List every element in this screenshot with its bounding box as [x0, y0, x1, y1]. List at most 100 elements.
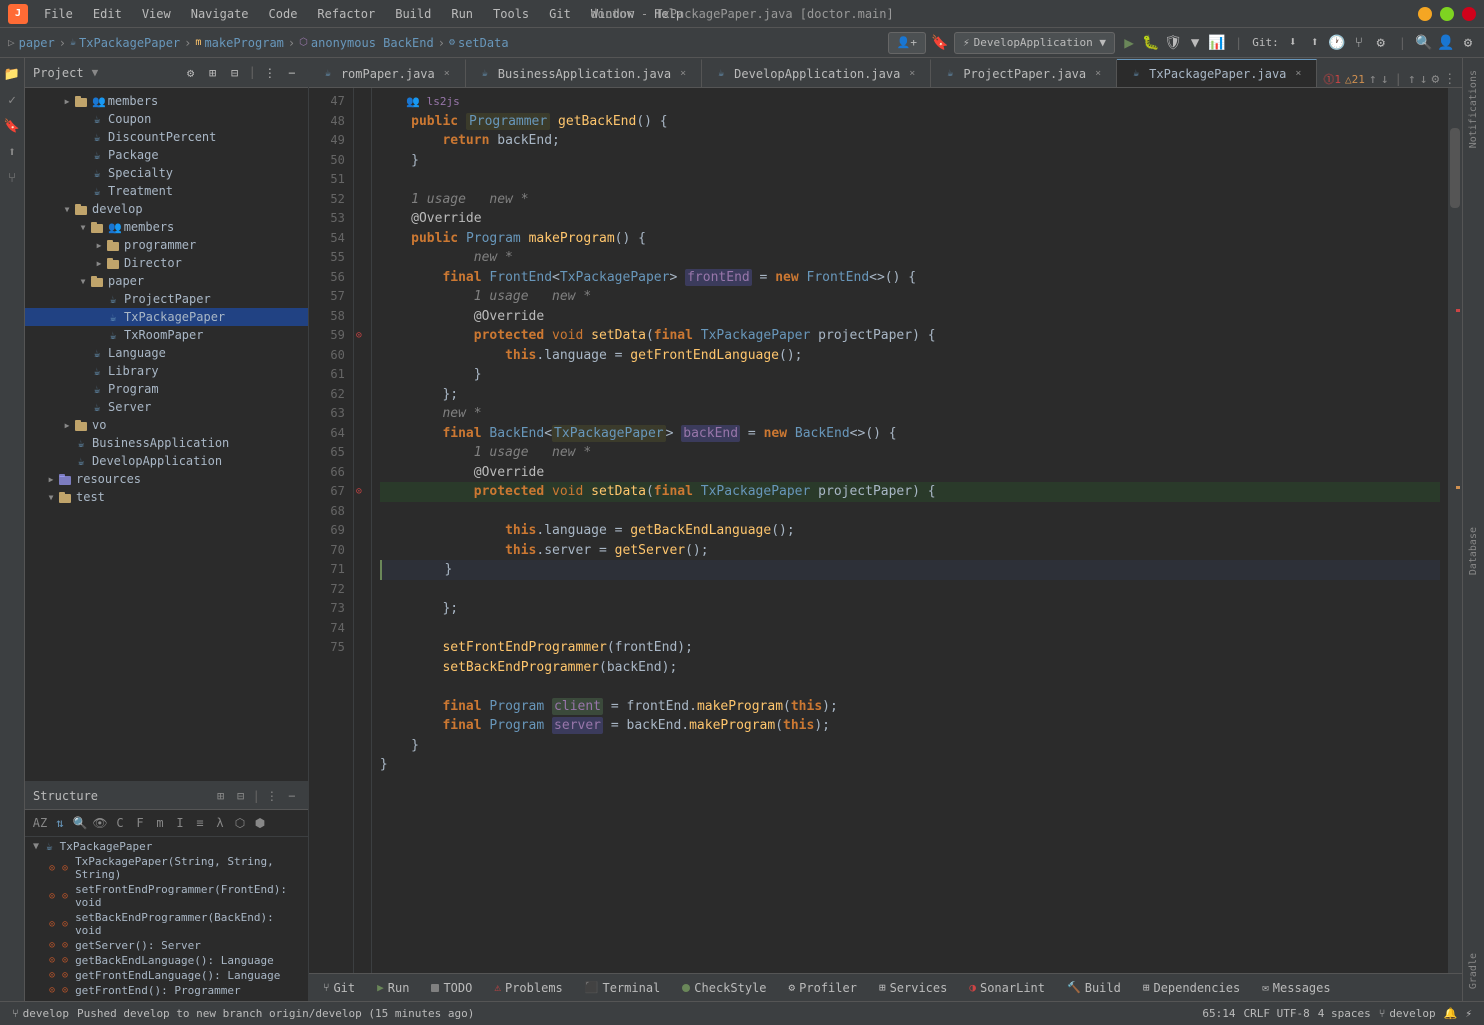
tree-item-members2[interactable]: ▼ 👥 members	[25, 218, 308, 236]
tree-item-specialty[interactable]: ☕ Specialty	[25, 164, 308, 182]
struct-method1[interactable]: ⊙ ⊙ setFrontEndProgrammer(FrontEnd): voi…	[25, 882, 308, 910]
sidebar-expand-icon[interactable]: ⊞	[205, 65, 221, 81]
sidebar-collapse-icon[interactable]: ⊟	[227, 65, 243, 81]
git-branch-icon[interactable]: ⑂	[1351, 35, 1367, 51]
scroll-up-icon[interactable]: ↑	[1408, 72, 1416, 87]
git-settings-icon[interactable]: ⚙	[1373, 35, 1389, 51]
settings-icon[interactable]: ⚙	[1460, 35, 1476, 51]
struct-root[interactable]: ▼ ☕ TxPackagePaper	[25, 839, 308, 854]
editor-settings-icon[interactable]: ⚙	[1431, 72, 1439, 87]
commit-icon[interactable]: ✓	[0, 88, 24, 112]
tree-item-paper[interactable]: ▼ paper	[25, 272, 308, 290]
tree-item-discountpercent[interactable]: ☕ DiscountPercent	[25, 128, 308, 146]
search-icon[interactable]: 🔍	[1416, 35, 1432, 51]
tree-item-test[interactable]: ▼ test	[25, 488, 308, 506]
method-icon[interactable]: m	[151, 814, 169, 832]
tab-developapp-close[interactable]: ×	[906, 68, 918, 80]
breadcrumb-anonymous-backend[interactable]: ⬡anonymous BackEnd	[299, 36, 434, 50]
tree-item-package[interactable]: ☕ Package	[25, 146, 308, 164]
expand-all-icon[interactable]: ≡	[191, 814, 209, 832]
status-branch-right[interactable]: ⑂ develop	[1375, 1007, 1440, 1020]
profile-run-icon[interactable]: 📊	[1209, 35, 1225, 51]
menu-build[interactable]: Build	[387, 5, 439, 23]
pull-requests-icon[interactable]: ⬆	[0, 140, 24, 164]
debug-icon[interactable]: 🐛	[1143, 35, 1159, 51]
tab-run[interactable]: ▶ Run	[367, 976, 419, 1000]
tree-item-resources[interactable]: ▶ resources	[25, 470, 308, 488]
struct-method4[interactable]: ⊙ ⊙ getBackEndLanguage(): Language	[25, 953, 308, 968]
structure-close-icon[interactable]: −	[284, 788, 300, 804]
menu-navigate[interactable]: Navigate	[183, 5, 257, 23]
tree-item-businessapp[interactable]: ☕ BusinessApplication	[25, 434, 308, 452]
menu-code[interactable]: Code	[261, 5, 306, 23]
notifications-label[interactable]: Notifications	[1466, 62, 1481, 156]
status-notifications-icon[interactable]: 🔔	[1440, 1007, 1462, 1020]
warning-count-icon[interactable]: △21	[1345, 73, 1365, 86]
menu-git[interactable]: Git	[541, 5, 579, 23]
up-arrow-icon[interactable]: ↑	[1369, 72, 1377, 87]
editor-more-icon[interactable]: ⋮	[1443, 72, 1456, 87]
status-git-icon[interactable]: ⑂ develop	[8, 1007, 73, 1020]
breadcrumb-makeprogram[interactable]: mmakeProgram	[195, 36, 284, 50]
more-run-icon[interactable]: ▼	[1187, 35, 1203, 51]
tab-rompaper[interactable]: ☕ romPaper.java ×	[309, 59, 466, 87]
menu-edit[interactable]: Edit	[85, 5, 130, 23]
impl-icon[interactable]: ⬡	[231, 814, 249, 832]
tab-developapp[interactable]: ☕ DevelopApplication.java ×	[702, 59, 931, 87]
tab-sonarlint[interactable]: ◑ SonarLint	[959, 976, 1055, 1000]
sort-alpha-icon[interactable]: AZ	[31, 814, 49, 832]
menu-refactor[interactable]: Refactor	[309, 5, 383, 23]
scrollbar-thumb[interactable]	[1450, 128, 1460, 208]
tree-item-program[interactable]: ☕ Program	[25, 380, 308, 398]
sidebar-gear-icon[interactable]: ⚙	[183, 65, 199, 81]
tree-item-language[interactable]: ☕ Language	[25, 344, 308, 362]
visibility-icon[interactable]: 👁	[91, 814, 109, 832]
struct-method5[interactable]: ⊙ ⊙ getFrontEndLanguage(): Language	[25, 968, 308, 983]
git-history-icon[interactable]: 🕐	[1329, 35, 1345, 51]
coverage-icon[interactable]: 🛡	[1165, 35, 1181, 51]
code-area[interactable]: 👥 ls2js public Programmer getBackEnd() {…	[372, 88, 1448, 973]
tree-item-coupon[interactable]: ☕ Coupon	[25, 110, 308, 128]
tree-item-treatment[interactable]: ☕ Treatment	[25, 182, 308, 200]
scroll-down-icon[interactable]: ↓	[1420, 72, 1428, 87]
menu-file[interactable]: File	[36, 5, 81, 23]
tab-checkstyle[interactable]: CheckStyle	[672, 976, 776, 1000]
gradle-label[interactable]: Gradle	[1466, 945, 1481, 997]
git-push-icon[interactable]: ⬆	[1307, 35, 1323, 51]
lambda-icon[interactable]: λ	[211, 814, 229, 832]
sort-type-icon[interactable]: ⇅	[51, 814, 69, 832]
breadcrumb-txpackagepaper[interactable]: ☕TxPackagePaper	[70, 36, 180, 50]
tree-item-director[interactable]: ▶ Director	[25, 254, 308, 272]
tree-item-projectpaper[interactable]: ☕ ProjectPaper	[25, 290, 308, 308]
tree-item-txroompaper[interactable]: ☕ TxRoomPaper	[25, 326, 308, 344]
tree-item-library[interactable]: ☕ Library	[25, 362, 308, 380]
menu-view[interactable]: View	[134, 5, 179, 23]
status-position[interactable]: 65:14	[1198, 1007, 1239, 1020]
tab-txpackagepaper[interactable]: ☕ TxPackagePaper.java ×	[1117, 59, 1317, 87]
tab-rompaper-close[interactable]: ×	[441, 68, 453, 80]
tab-profiler[interactable]: ⚙ Profiler	[779, 976, 867, 1000]
breadcrumb-setdata[interactable]: ⚙setData	[449, 36, 509, 50]
git-strip-icon[interactable]: ⑂	[0, 166, 24, 190]
tree-item-developapp[interactable]: ☕ DevelopApplication	[25, 452, 308, 470]
database-label[interactable]: Database	[1466, 519, 1481, 583]
tree-item-vo[interactable]: ▶ vo	[25, 416, 308, 434]
constructor-icon[interactable]: C	[111, 814, 129, 832]
structure-collapse-icon[interactable]: ⊟	[233, 788, 249, 804]
tree-item-members[interactable]: ▶ 👥 members	[25, 92, 308, 110]
tree-item-programmer[interactable]: ▶ programmer	[25, 236, 308, 254]
tree-item-server[interactable]: ☕ Server	[25, 398, 308, 416]
struct-method2[interactable]: ⊙ ⊙ setBackEndProgrammer(BackEnd): void	[25, 910, 308, 938]
filter-icon[interactable]: 🔍	[71, 814, 89, 832]
status-indent[interactable]: 4 spaces	[1314, 1007, 1375, 1020]
maximize-button[interactable]: □	[1440, 7, 1454, 21]
status-encoding[interactable]: CRLF UTF-8	[1239, 1007, 1313, 1020]
menu-run[interactable]: Run	[443, 5, 481, 23]
user-icon[interactable]: 👤	[1438, 35, 1454, 51]
tree-item-txpackagepaper[interactable]: ☕ TxPackagePaper	[25, 308, 308, 326]
tab-dependencies[interactable]: ⊞ Dependencies	[1133, 976, 1250, 1000]
run-icon[interactable]: ▶	[1121, 35, 1137, 51]
sidebar-close-icon[interactable]: −	[284, 65, 300, 81]
profile-btn[interactable]: 👤+	[888, 32, 926, 54]
tab-businessapp[interactable]: ☕ BusinessApplication.java ×	[466, 59, 702, 87]
